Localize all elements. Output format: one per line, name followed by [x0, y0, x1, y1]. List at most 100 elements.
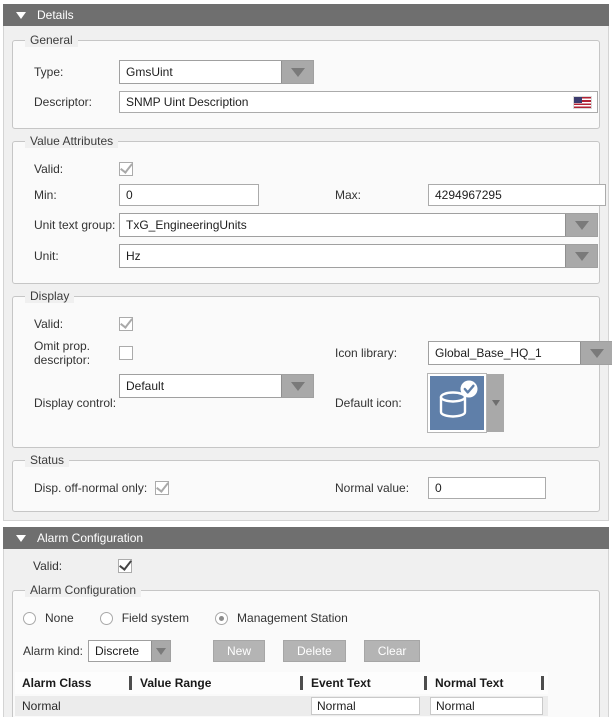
- radio-none-circle[interactable]: [23, 612, 36, 625]
- icon-library-value: Global_Base_HQ_1: [429, 342, 580, 364]
- type-row: Type: GmsUint: [34, 60, 599, 84]
- radio-management-station-label: Management Station: [237, 611, 348, 625]
- icon-library-dropdown-button[interactable]: [580, 342, 612, 364]
- alarm-kind-row: Alarm kind: Discrete New Delete Clear: [23, 640, 599, 662]
- group-display: Display Valid: Omit prop. descriptor: Ic…: [12, 296, 600, 448]
- descriptor-input-value: SNMP Uint Description: [126, 95, 248, 109]
- normal-value-label: Normal value:: [335, 481, 428, 495]
- chevron-down-icon: [156, 648, 166, 655]
- new-button[interactable]: New: [213, 640, 265, 662]
- database-check-icon[interactable]: [428, 374, 486, 432]
- details-section-header[interactable]: Details: [3, 4, 609, 26]
- unit-dropdown-button[interactable]: [565, 245, 597, 267]
- display-valid-label: Valid:: [34, 317, 119, 331]
- unit-dropdown[interactable]: Hz: [119, 244, 598, 268]
- icon-library-dropdown[interactable]: Global_Base_HQ_1: [428, 341, 612, 365]
- disp-off-normal-checkbox[interactable]: [155, 481, 169, 495]
- details-section-body: General Type: GmsUint Descriptor: SNMP U…: [3, 26, 609, 521]
- icon-library-pair: Icon library: Global_Base_HQ_1: [335, 339, 612, 367]
- default-icon-picker[interactable]: [428, 374, 504, 432]
- group-general: General Type: GmsUint Descriptor: SNMP U…: [12, 40, 600, 129]
- column-header-event-text[interactable]: Event Text: [304, 672, 428, 694]
- display-control-dropdown[interactable]: Default: [119, 374, 314, 398]
- type-dropdown-button[interactable]: [281, 61, 313, 83]
- unit-label: Unit:: [34, 249, 119, 263]
- unit-text-group-dropdown[interactable]: TxG_EngineeringUnits: [119, 213, 598, 237]
- us-flag-icon[interactable]: [574, 97, 591, 108]
- display-valid-row: Valid:: [34, 316, 599, 332]
- chevron-down-icon: [590, 349, 604, 358]
- normal-value-input[interactable]: 0: [428, 477, 546, 499]
- clear-button[interactable]: Clear: [364, 640, 421, 662]
- radio-management-station[interactable]: Management Station: [215, 611, 348, 625]
- alarm-valid-label: Valid:: [33, 559, 118, 573]
- group-value-attributes: Value Attributes Valid: Min: 0 Max: 4294…: [12, 141, 600, 284]
- radio-management-station-circle[interactable]: [215, 612, 228, 625]
- alarm-kind-dropdown[interactable]: Discrete: [88, 640, 171, 662]
- normal-text-cell: Normal: [428, 696, 545, 716]
- max-label: Max:: [335, 188, 428, 202]
- column-header-alarm-class[interactable]: Alarm Class: [15, 672, 133, 694]
- alarm-table: Alarm Class Value Range Event Text Norma…: [15, 672, 548, 717]
- radio-field-system-label: Field system: [122, 611, 189, 625]
- display-control-value: Default: [120, 375, 281, 397]
- event-text-cell: Normal: [304, 696, 428, 716]
- display-valid-checkbox[interactable]: [119, 317, 133, 331]
- chevron-down-icon: [291, 68, 305, 77]
- max-pair: Max: 4294967295: [335, 184, 606, 206]
- chevron-down-icon: [291, 382, 305, 391]
- radio-field-system[interactable]: Field system: [100, 611, 189, 625]
- delete-button[interactable]: Delete: [283, 640, 346, 662]
- min-input[interactable]: 0: [119, 184, 259, 206]
- radio-none[interactable]: None: [23, 611, 74, 625]
- type-dropdown[interactable]: GmsUint: [119, 60, 314, 84]
- icon-library-label: Icon library:: [335, 346, 428, 360]
- default-icon-dropdown-button[interactable]: [487, 374, 504, 432]
- omit-descriptor-label: Omit prop. descriptor:: [34, 339, 119, 367]
- group-display-title: Display: [25, 289, 74, 303]
- unit-text-group-label: Unit text group:: [34, 218, 119, 232]
- disp-off-normal-label: Disp. off-normal only:: [34, 481, 147, 495]
- group-alarm-configuration: Alarm Configuration None Field system Ma…: [12, 590, 600, 717]
- unit-row: Unit: Hz: [34, 244, 599, 268]
- descriptor-input[interactable]: SNMP Uint Description: [119, 91, 598, 113]
- alarm-class-cell: Normal: [15, 696, 133, 716]
- default-icon-label: Default icon:: [335, 396, 428, 410]
- unit-text-group-row: Unit text group: TxG_EngineeringUnits: [34, 213, 599, 237]
- alarm-section-body: Valid: Alarm Configuration None Field sy…: [3, 549, 609, 717]
- type-label: Type:: [34, 65, 119, 79]
- details-section: Details General Type: GmsUint Descriptor…: [3, 4, 609, 521]
- unit-text-group-dropdown-button[interactable]: [565, 214, 597, 236]
- radio-field-system-circle[interactable]: [100, 612, 113, 625]
- table-row-normal[interactable]: Normal Normal Normal: [15, 696, 548, 716]
- column-header-value-range[interactable]: Value Range: [133, 672, 304, 694]
- group-alarm-configuration-title: Alarm Configuration: [25, 583, 141, 597]
- chevron-down-icon: [575, 252, 589, 261]
- descriptor-row: Descriptor: SNMP Uint Description: [34, 91, 599, 113]
- va-valid-checkbox[interactable]: [119, 162, 133, 176]
- alarm-kind-value: Discrete: [89, 641, 151, 661]
- omit-iconlib-row: Omit prop. descriptor: Icon library: Glo…: [34, 339, 599, 367]
- collapse-triangle-icon[interactable]: [16, 12, 26, 19]
- alarm-section-header[interactable]: Alarm Configuration: [3, 527, 609, 549]
- alarm-valid-checkbox[interactable]: [118, 559, 132, 573]
- radio-none-label: None: [45, 611, 74, 625]
- details-section-title: Details: [37, 8, 74, 22]
- omit-descriptor-checkbox[interactable]: [119, 346, 133, 360]
- event-text-input[interactable]: Normal: [311, 697, 420, 715]
- status-row: Disp. off-normal only: Normal value: 0: [34, 480, 599, 496]
- alarm-valid-row: Valid:: [33, 558, 604, 574]
- normal-text-input[interactable]: Normal: [430, 697, 543, 715]
- column-header-normal-text[interactable]: Normal Text: [428, 672, 545, 694]
- alarm-kind-label: Alarm kind:: [23, 644, 88, 658]
- min-label: Min:: [34, 188, 119, 202]
- max-input[interactable]: 4294967295: [428, 184, 606, 206]
- va-valid-label: Valid:: [34, 162, 119, 176]
- collapse-triangle-icon[interactable]: [16, 535, 26, 542]
- display-control-dropdown-button[interactable]: [281, 375, 313, 397]
- normal-value-pair: Normal value: 0: [335, 480, 546, 496]
- value-range-cell: [133, 696, 304, 716]
- alarm-kind-dropdown-button[interactable]: [151, 641, 170, 661]
- min-max-row: Min: 0 Max: 4294967295: [34, 184, 599, 206]
- group-general-title: General: [25, 33, 78, 47]
